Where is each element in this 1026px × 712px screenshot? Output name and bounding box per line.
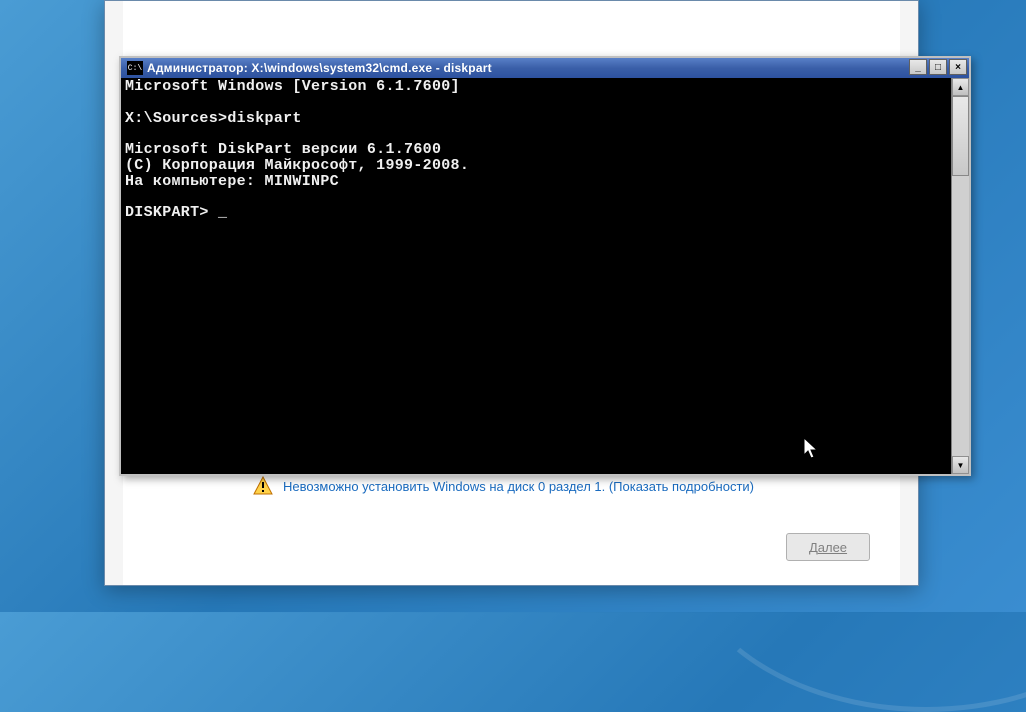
warning-icon [253, 476, 273, 496]
cmd-scrollbar[interactable]: ▲ ▼ [951, 78, 969, 474]
next-button[interactable]: Далее [786, 533, 870, 561]
cmd-line: X:\Sources>diskpart [125, 110, 302, 127]
maximize-button[interactable]: □ [929, 59, 947, 75]
cmd-window: C:\ Администратор: X:\windows\system32\c… [119, 56, 971, 476]
warning-link[interactable]: Невозможно установить Windows на диск 0 … [283, 479, 754, 494]
titlebar-buttons: _ □ × [909, 59, 967, 75]
scroll-thumb[interactable] [952, 96, 969, 176]
cmd-body: Microsoft Windows [Version 6.1.7600] X:\… [121, 78, 969, 474]
next-button-underline: Д [809, 540, 818, 555]
cmd-output[interactable]: Microsoft Windows [Version 6.1.7600] X:\… [121, 78, 951, 474]
next-button-rest: алее [818, 540, 847, 555]
scroll-up-button[interactable]: ▲ [952, 78, 969, 96]
cmd-prompt: DISKPART> [125, 204, 218, 221]
cmd-icon: C:\ [127, 61, 143, 75]
cmd-line: (С) Корпорация Майкрософт, 1999-2008. [125, 157, 469, 174]
cmd-title: Администратор: X:\windows\system32\cmd.e… [147, 61, 492, 75]
scroll-down-button[interactable]: ▼ [952, 456, 969, 474]
cmd-line: Microsoft DiskPart версии 6.1.7600 [125, 141, 441, 158]
cmd-line: На компьютере: MINWINPC [125, 173, 339, 190]
warning-row: Невозможно установить Windows на диск 0 … [253, 476, 754, 496]
minimize-button[interactable]: _ [909, 59, 927, 75]
close-button[interactable]: × [949, 59, 967, 75]
scroll-track[interactable] [952, 96, 969, 456]
text-cursor: _ [218, 205, 227, 221]
cmd-line: Microsoft Windows [Version 6.1.7600] [125, 78, 460, 95]
cmd-titlebar[interactable]: C:\ Администратор: X:\windows\system32\c… [121, 58, 969, 78]
